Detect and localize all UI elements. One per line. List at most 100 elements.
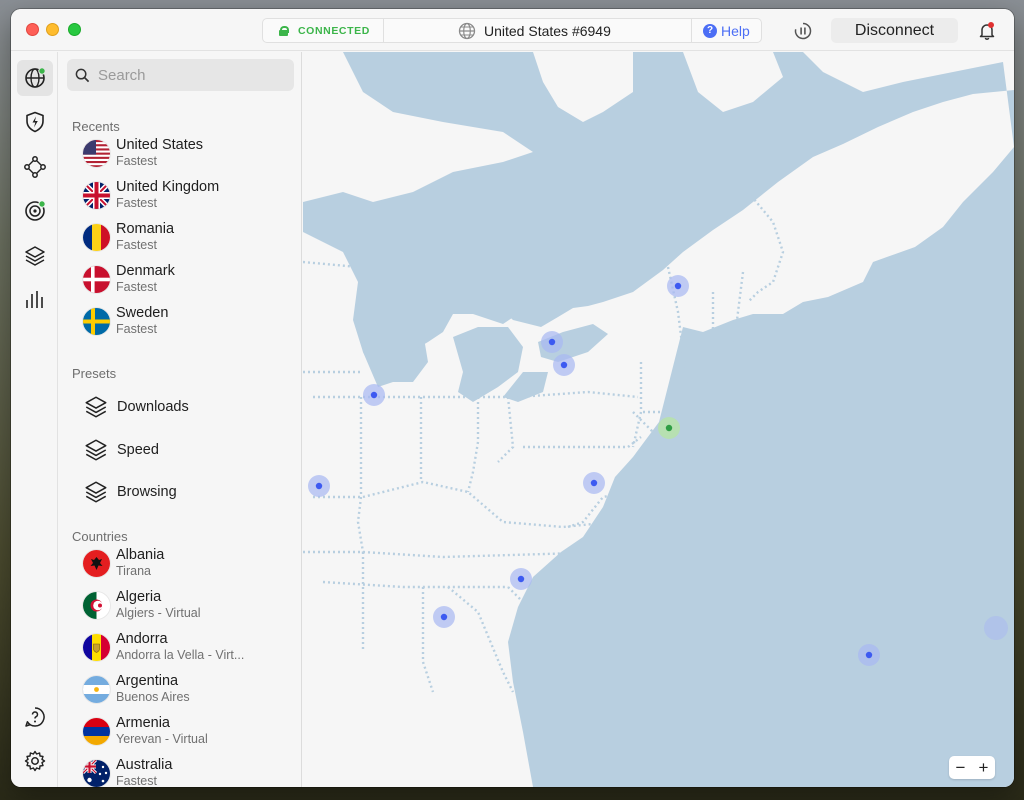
- preset-name: Downloads: [117, 399, 189, 415]
- preset-name: Browsing: [117, 484, 177, 500]
- connection-status: CONNECTED: [263, 19, 384, 42]
- rail-countries[interactable]: [17, 60, 53, 96]
- server-subtitle: Tirana: [116, 564, 151, 578]
- sweden-flag-icon: [83, 307, 110, 335]
- current-server[interactable]: United States #6949: [384, 19, 692, 42]
- recent-item-united-states[interactable]: United States Fastest: [83, 133, 293, 173]
- navigation-rail: [11, 52, 58, 787]
- romania-flag-icon: [83, 223, 110, 251]
- maximize-window-button[interactable]: [68, 23, 81, 36]
- help-link[interactable]: ? Help: [692, 19, 761, 42]
- globe-icon: [25, 67, 46, 88]
- preset-browsing[interactable]: Browsing: [83, 475, 293, 509]
- app-window: CONNECTED United States #6949 ? Help Dis…: [11, 9, 1014, 787]
- disconnect-button[interactable]: Disconnect: [831, 18, 958, 43]
- lock-icon: [279, 25, 289, 36]
- country-name: Argentina: [116, 673, 179, 689]
- close-window-button[interactable]: [26, 23, 39, 36]
- server-subtitle: Fastest: [116, 196, 157, 210]
- server-subtitle: Yerevan - Virtual: [116, 732, 208, 746]
- country-name: Andorra: [116, 631, 168, 647]
- preset-name: Speed: [117, 442, 159, 458]
- rail-statistics[interactable]: [17, 282, 53, 318]
- country-name: United States: [116, 137, 204, 153]
- united-kingdom-flag-icon: [83, 181, 110, 209]
- search-placeholder: Search: [98, 66, 146, 84]
- map-canvas: [303, 52, 1014, 787]
- server-subtitle: Buenos Aires: [116, 690, 190, 704]
- country-item-andorra[interactable]: Andorra Andorra la Vella - Virt...: [83, 627, 293, 667]
- gear-icon: [24, 750, 46, 772]
- layers-icon: [85, 439, 107, 461]
- preset-speed[interactable]: Speed: [83, 433, 293, 467]
- server-subtitle: Fastest: [116, 774, 157, 787]
- server-map[interactable]: [303, 52, 1014, 787]
- country-name: United Kingdom: [116, 179, 220, 195]
- shield-bolt-icon: [26, 111, 44, 133]
- help-label: Help: [721, 22, 750, 39]
- server-name: United States #6949: [484, 22, 611, 39]
- layers-icon: [85, 481, 107, 503]
- map-land: [533, 52, 633, 122]
- map-land: [683, 52, 783, 112]
- server-subtitle: Algiers - Virtual: [116, 606, 201, 620]
- layers-icon: [25, 246, 45, 266]
- map-land: [303, 52, 533, 202]
- country-name: Albania: [116, 547, 165, 563]
- rail-settings[interactable]: [17, 743, 53, 779]
- argentina-flag-icon: [83, 675, 110, 703]
- zoom-in-button[interactable]: +: [979, 758, 989, 778]
- country-item-algeria[interactable]: Algeria Algiers - Virtual: [83, 585, 293, 625]
- server-list-sidebar: Search Recents United States Fastest Uni…: [59, 52, 302, 787]
- zoom-out-button[interactable]: −: [956, 758, 966, 778]
- meshnet-icon: [24, 156, 46, 178]
- country-item-argentina[interactable]: Argentina Buenos Aires: [83, 669, 293, 709]
- united-states-flag-icon: [83, 139, 110, 167]
- countries-heading: Countries: [72, 529, 128, 544]
- country-item-armenia[interactable]: Armenia Yerevan - Virtual: [83, 711, 293, 751]
- country-name: Denmark: [116, 263, 175, 279]
- search-input[interactable]: Search: [67, 59, 294, 91]
- denmark-flag-icon: [83, 265, 110, 293]
- rail-specialty-servers[interactable]: [17, 238, 53, 274]
- rail-dark-web-monitor[interactable]: [17, 193, 53, 229]
- connection-status-bar: CONNECTED United States #6949 ? Help: [262, 18, 762, 43]
- algeria-flag-icon: [83, 591, 110, 619]
- threat-radar-icon: [25, 200, 46, 221]
- recent-item-sweden[interactable]: Sweden Fastest: [83, 301, 293, 341]
- bell-icon[interactable]: [977, 21, 997, 41]
- server-subtitle: Andorra la Vella - Virt...: [116, 648, 245, 662]
- server-subtitle: Fastest: [116, 280, 157, 294]
- country-item-albania[interactable]: Albania Tirana: [83, 543, 293, 583]
- server-subtitle: Fastest: [116, 154, 157, 168]
- pause-connection-icon[interactable]: [793, 21, 813, 41]
- rail-help[interactable]: [17, 699, 53, 735]
- australia-flag-icon: [83, 759, 110, 787]
- title-bar: CONNECTED United States #6949 ? Help Dis…: [11, 9, 1014, 51]
- layers-icon: [85, 396, 107, 418]
- notification-badge: [988, 22, 994, 28]
- country-name: Algeria: [116, 589, 162, 605]
- rail-meshnet[interactable]: [17, 149, 53, 185]
- connection-status-label: CONNECTED: [298, 24, 370, 37]
- recent-item-romania[interactable]: Romania Fastest: [83, 217, 293, 257]
- server-subtitle: Fastest: [116, 238, 157, 252]
- country-name: Australia: [116, 757, 173, 773]
- presets-heading: Presets: [72, 366, 117, 381]
- recent-item-denmark[interactable]: Denmark Fastest: [83, 259, 293, 299]
- server-subtitle: Fastest: [116, 322, 157, 336]
- minimize-window-button[interactable]: [46, 23, 59, 36]
- globe-icon: [458, 22, 476, 39]
- zoom-controls: − +: [949, 756, 995, 779]
- country-item-australia[interactable]: Australia Fastest: [83, 753, 293, 787]
- search-icon: [75, 68, 90, 82]
- country-name: Romania: [116, 221, 175, 237]
- recents-heading: Recents: [72, 119, 120, 134]
- server-pin-cluster: [984, 616, 1008, 640]
- help-icon: [25, 707, 45, 727]
- country-name: Armenia: [116, 715, 170, 731]
- preset-downloads[interactable]: Downloads: [83, 390, 293, 424]
- recent-item-united-kingdom[interactable]: United Kingdom Fastest: [83, 175, 293, 215]
- stats-bars-icon: [26, 291, 43, 308]
- rail-threat-protection[interactable]: [17, 104, 53, 140]
